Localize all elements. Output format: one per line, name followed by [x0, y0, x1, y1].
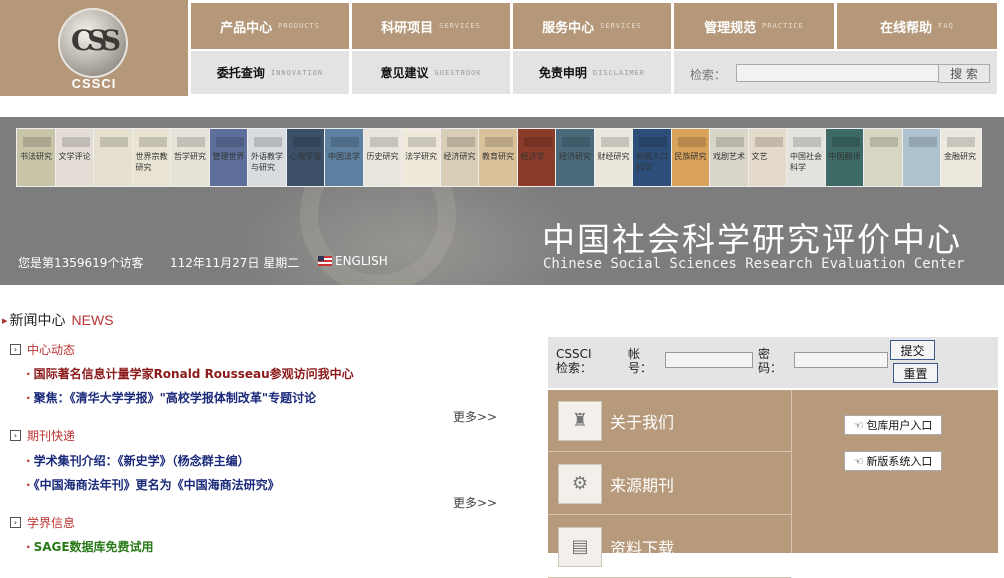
journal-cover[interactable]: 管理世界	[208, 128, 251, 187]
journal-cover[interactable]: 戏剧艺术	[709, 128, 751, 187]
menu-downloads[interactable]: ▤ 资料下载	[548, 516, 791, 578]
cssci-emblem-icon: CSS	[58, 8, 128, 78]
logo[interactable]: CSS CSSCI	[0, 0, 188, 96]
journal-cover[interactable]: 心理学报	[285, 128, 328, 187]
new-system-entry-button[interactable]: ☜ 新版系统入口	[844, 451, 942, 471]
banner: 书法研究 文学评论 世界宗教研究 哲学研究 管理世界 外语教学与研究 心理学报 中国法学 历史研…	[0, 117, 1004, 285]
cssci-login-form: CSSCI检索： 帐号： 密码： 提交 重置	[548, 337, 998, 388]
password-input[interactable]	[794, 352, 888, 368]
reset-button[interactable]: 重置	[893, 363, 938, 383]
subscriber-entry-button[interactable]: ☜ 包库用户入口	[844, 415, 942, 435]
expand-box-icon: ›	[10, 517, 21, 528]
journal-cover[interactable]: 经济研究	[439, 128, 482, 187]
bullet-icon: ·	[26, 478, 31, 492]
news-item[interactable]: · 国际著名信息计量学家Ronald Rousseau参观访问我中心	[26, 365, 354, 382]
news-center-heading: ▸ 新闻中心 NEWS	[2, 312, 114, 329]
nav-service-center[interactable]: 服务中心 SERVICES	[513, 3, 671, 49]
logo-brand-text: CSSCI	[71, 76, 117, 91]
film-icon: ⚙	[558, 463, 602, 504]
journal-cover[interactable]	[901, 128, 944, 187]
banner-subtitle: Chinese Social Sciences Research Evaluat…	[543, 256, 965, 272]
journal-cover[interactable]: 哲学研究	[170, 128, 212, 187]
uk-flag-icon	[318, 256, 332, 266]
section-journal-express[interactable]: › 期刊快递	[10, 427, 75, 444]
current-date: 112年11月27日 星期二	[170, 256, 300, 270]
bullet-icon: ·	[26, 454, 31, 468]
search-button[interactable]: 搜 索	[938, 64, 990, 83]
visitor-counter: 您是第1359619个访客	[18, 256, 144, 270]
nav-guestbook[interactable]: 意见建议 GUESTBOOK	[352, 51, 510, 94]
bullet-icon: ·	[26, 540, 31, 554]
nav-management-standards[interactable]: 管理规范 PRACTICE	[674, 3, 834, 49]
account-label: 帐号：	[628, 347, 653, 375]
search-input[interactable]	[736, 64, 942, 82]
more-link[interactable]: 更多>>	[453, 408, 497, 425]
journal-cover[interactable]: 金融研究	[940, 128, 982, 187]
journal-cover[interactable]: 外语教学与研究	[247, 128, 289, 187]
journal-cover[interactable]: 文学评论	[54, 128, 97, 187]
journal-cover[interactable]: 财经研究	[593, 128, 636, 187]
search-label: 检索：	[690, 68, 727, 82]
submit-button[interactable]: 提交	[890, 340, 935, 360]
journal-cover[interactable]: 文艺	[747, 128, 790, 187]
journal-cover[interactable]: 民族研究	[670, 128, 713, 187]
journal-cover[interactable]: 教育研究	[478, 128, 520, 187]
journal-cover[interactable]	[863, 128, 905, 187]
expand-box-icon: ›	[10, 344, 21, 355]
menu-source-journals[interactable]: ⚙ 来源期刊	[548, 453, 791, 515]
nav-online-help[interactable]: 在线帮助 FAQ	[837, 3, 997, 49]
nav-research-projects[interactable]: 科研项目 SERVICES	[352, 3, 510, 49]
section-center-news[interactable]: › 中心动态	[10, 341, 75, 358]
password-label: 密码：	[758, 347, 783, 375]
news-item[interactable]: · 聚焦：《清华大学学报》"高校学报体制改革"专题讨论	[26, 389, 316, 406]
journal-cover[interactable]: 中国法学	[324, 128, 366, 187]
journal-cover[interactable]: 历史研究	[362, 128, 405, 187]
news-item[interactable]: · SAGE数据库免费试用	[26, 538, 154, 555]
account-input[interactable]	[665, 352, 753, 368]
nav-disclaimer[interactable]: 免责申明 DISCLAIMER	[513, 51, 671, 94]
bullet-icon: ·	[26, 367, 31, 381]
journal-cover[interactable]: 中国人口科学	[632, 128, 674, 187]
journal-cover[interactable]: 中国翻译	[824, 128, 867, 187]
more-link[interactable]: 更多>>	[453, 494, 497, 511]
news-item[interactable]: · 学术集刊介绍：《新史学》（杨念群主编）	[26, 452, 250, 469]
section-academic-info[interactable]: › 学界信息	[10, 514, 75, 531]
panel-divider	[791, 390, 792, 553]
bullet-icon: ·	[26, 391, 31, 405]
quick-links-panel: ♜ 关于我们 ⚙ 来源期刊 ▤ 资料下载 ☜ 包库用户入口 ☜ 新版系统入口	[548, 390, 998, 578]
journal-cover[interactable]: 法学研究	[401, 128, 443, 187]
tie-icon: ♜	[558, 400, 602, 441]
journal-cover[interactable]: 经济学	[516, 128, 559, 187]
nav-commission-query[interactable]: 委托查询 INNOVATION	[191, 51, 349, 94]
login-title: CSSCI检索：	[556, 347, 593, 375]
pointing-hand-icon: ☜	[853, 418, 864, 432]
nav-products[interactable]: 产品中心 PRODUCTS	[191, 3, 349, 49]
journal-cover[interactable]: 世界宗教研究	[131, 128, 174, 187]
english-link[interactable]: ENGLISH	[318, 254, 388, 268]
expand-box-icon: ›	[10, 430, 21, 441]
journal-cover[interactable]: 书法研究	[16, 128, 58, 187]
document-icon: ▤	[558, 526, 602, 567]
banner-title: 中国社会科学研究评价中心	[542, 220, 962, 259]
menu-about-us[interactable]: ♜ 关于我们	[548, 390, 791, 452]
news-item[interactable]: · 《中国海商法年刊》更名为《中国海商法研究》	[26, 476, 280, 493]
pointing-hand-icon: ☜	[853, 454, 864, 468]
journal-cover[interactable]: 中国社会科学	[786, 128, 828, 187]
arrow-right-icon: ▸	[2, 313, 8, 327]
site-search: 检索： 搜 索	[674, 51, 997, 94]
journal-cover[interactable]	[93, 128, 135, 187]
journal-cover[interactable]: 经济研究	[555, 128, 597, 187]
